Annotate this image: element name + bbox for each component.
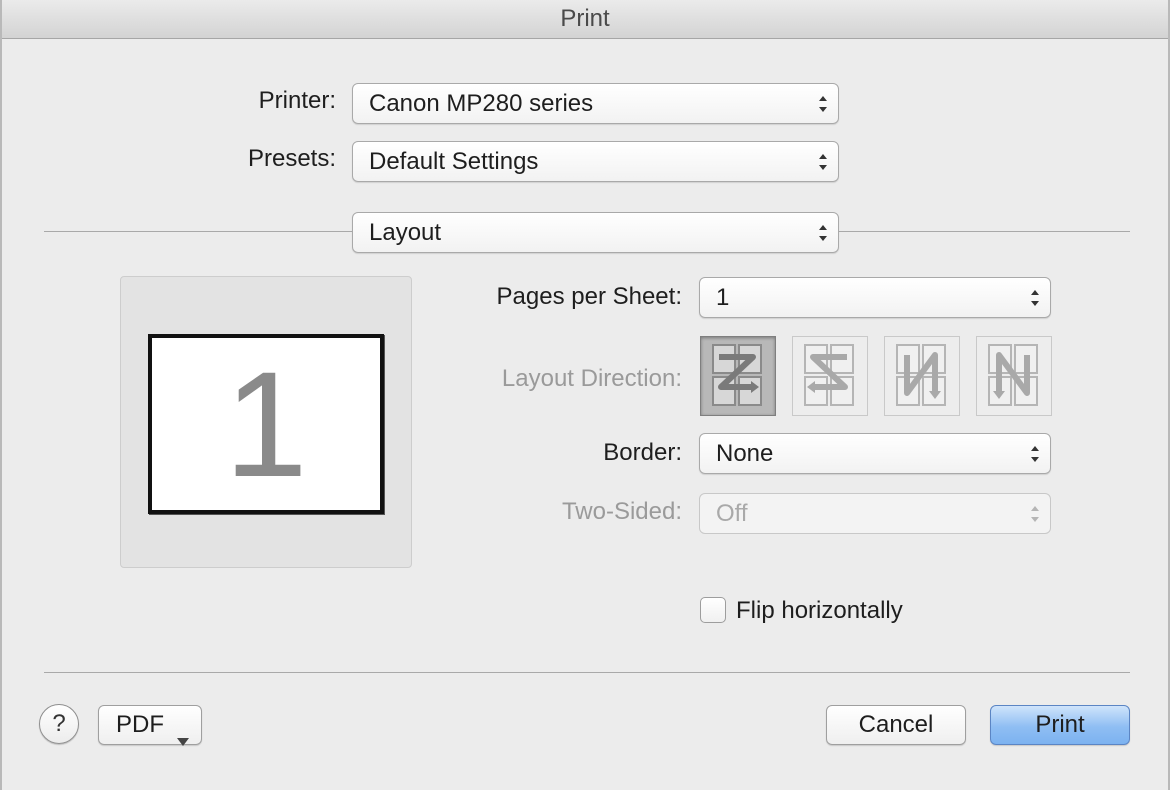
pages-per-sheet-label: Pages per Sheet: (496, 283, 682, 310)
layout-direction-reverse-n-button[interactable] (884, 336, 960, 416)
flip-horizontally-checkbox[interactable] (700, 597, 726, 623)
print-dialog: Print Printer: Canon MP280 series Preset… (0, 0, 1170, 790)
n-top-bottom-icon (988, 344, 1038, 406)
border-popup[interactable]: None (699, 433, 1051, 474)
section-value: Layout (369, 219, 442, 246)
triangle-down-icon (177, 721, 189, 759)
pdf-menu-button[interactable]: PDF (98, 705, 202, 746)
layout-direction-n-button[interactable] (976, 336, 1052, 416)
pages-per-sheet-popup[interactable]: 1 (699, 277, 1051, 318)
up-down-arrows-icon (818, 222, 828, 244)
printer-value: Canon MP280 series (369, 90, 594, 117)
n-reverse-top-bottom-icon (896, 344, 946, 406)
pages-per-sheet-value: 1 (716, 284, 730, 311)
layout-direction-label: Layout Direction: (501, 365, 682, 392)
two-sided-value: Off (716, 500, 748, 527)
printer-label: Printer: (258, 87, 336, 114)
layout-direction-s-button[interactable] (792, 336, 868, 416)
window-title: Print (2, 0, 1168, 39)
section-divider-right (839, 231, 1130, 232)
z-left-right-icon (712, 344, 762, 406)
section-popup[interactable]: Layout (352, 212, 839, 253)
border-label: Border: (603, 439, 682, 466)
printer-popup[interactable]: Canon MP280 series (352, 83, 839, 124)
presets-label: Presets: (247, 145, 336, 172)
flip-horizontally-label[interactable]: Flip horizontally (736, 597, 903, 625)
up-down-arrows-icon (818, 151, 828, 173)
up-down-arrows-icon (818, 93, 828, 115)
help-button[interactable]: ? (39, 704, 79, 744)
up-down-arrows-icon (1030, 503, 1040, 525)
section-divider-left (44, 231, 352, 232)
up-down-arrows-icon (1030, 287, 1040, 309)
up-down-arrows-icon (1030, 443, 1040, 465)
layout-direction-z-button[interactable] (700, 336, 776, 416)
presets-popup[interactable]: Default Settings (352, 141, 839, 182)
s-right-left-icon (804, 344, 854, 406)
page-preview: 1 (120, 276, 412, 568)
border-value: None (716, 440, 774, 467)
preview-sheet: 1 (148, 334, 384, 514)
pdf-label: PDF (116, 711, 164, 738)
two-sided-label: Two-Sided: (561, 498, 682, 525)
preview-page-number: 1 (224, 340, 308, 508)
presets-value: Default Settings (369, 148, 539, 175)
two-sided-popup: Off (699, 493, 1051, 534)
footer-divider (44, 672, 1130, 673)
print-button[interactable]: Print (990, 705, 1130, 745)
cancel-button[interactable]: Cancel (826, 705, 966, 745)
